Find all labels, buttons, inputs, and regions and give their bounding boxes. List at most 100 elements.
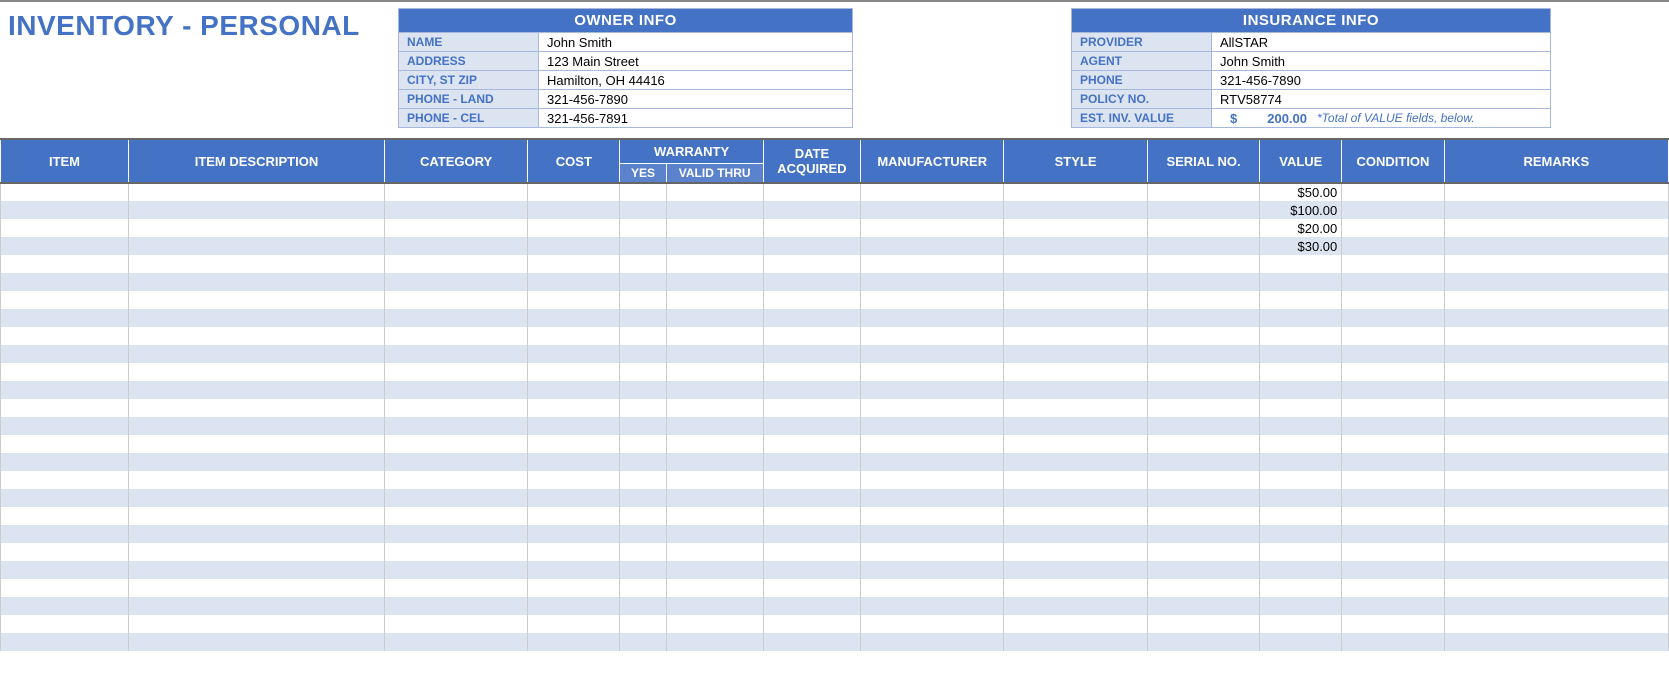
- insurance-info-value[interactable]: AllSTAR: [1212, 33, 1550, 51]
- cell-remarks[interactable]: [1444, 453, 1668, 471]
- cell-date[interactable]: [763, 219, 860, 237]
- cell-date[interactable]: [763, 435, 860, 453]
- cell-value[interactable]: [1260, 255, 1342, 273]
- cell-remarks[interactable]: [1444, 219, 1668, 237]
- cell-cond[interactable]: [1342, 525, 1444, 543]
- cell-style[interactable]: [1004, 255, 1147, 273]
- cell-item[interactable]: [1, 453, 129, 471]
- cell-wthru[interactable]: [666, 543, 763, 561]
- cell-remarks[interactable]: [1444, 615, 1668, 633]
- cell-wthru[interactable]: [666, 435, 763, 453]
- cell-mfr[interactable]: [861, 633, 1004, 651]
- cell-wyes[interactable]: [620, 471, 666, 489]
- cell-remarks[interactable]: [1444, 525, 1668, 543]
- cell-value[interactable]: [1260, 435, 1342, 453]
- cell-wthru[interactable]: [666, 399, 763, 417]
- cell-wthru[interactable]: [666, 489, 763, 507]
- cell-mfr[interactable]: [861, 273, 1004, 291]
- cell-cat[interactable]: [384, 453, 527, 471]
- cell-cat[interactable]: [384, 597, 527, 615]
- cell-value[interactable]: $50.00: [1260, 183, 1342, 201]
- cell-wthru[interactable]: [666, 219, 763, 237]
- cell-style[interactable]: [1004, 399, 1147, 417]
- cell-date[interactable]: [763, 561, 860, 579]
- cell-item[interactable]: [1, 291, 129, 309]
- cell-mfr[interactable]: [861, 237, 1004, 255]
- cell-remarks[interactable]: [1444, 237, 1668, 255]
- cell-cost[interactable]: [528, 183, 620, 201]
- cell-mfr[interactable]: [861, 561, 1004, 579]
- cell-cost[interactable]: [528, 255, 620, 273]
- cell-wthru[interactable]: [666, 255, 763, 273]
- cell-desc[interactable]: [128, 219, 384, 237]
- cell-remarks[interactable]: [1444, 417, 1668, 435]
- cell-desc[interactable]: [128, 615, 384, 633]
- cell-cond[interactable]: [1342, 255, 1444, 273]
- cell-date[interactable]: [763, 543, 860, 561]
- cell-serial[interactable]: [1147, 453, 1260, 471]
- table-row[interactable]: [1, 255, 1669, 273]
- cell-value[interactable]: [1260, 273, 1342, 291]
- cell-cond[interactable]: [1342, 633, 1444, 651]
- cell-desc[interactable]: [128, 399, 384, 417]
- cell-desc[interactable]: [128, 507, 384, 525]
- cell-wthru[interactable]: [666, 597, 763, 615]
- cell-mfr[interactable]: [861, 615, 1004, 633]
- cell-date[interactable]: [763, 489, 860, 507]
- cell-serial[interactable]: [1147, 237, 1260, 255]
- cell-date[interactable]: [763, 327, 860, 345]
- cell-serial[interactable]: [1147, 327, 1260, 345]
- cell-date[interactable]: [763, 363, 860, 381]
- cell-style[interactable]: [1004, 291, 1147, 309]
- cell-item[interactable]: [1, 561, 129, 579]
- cell-style[interactable]: [1004, 489, 1147, 507]
- cell-remarks[interactable]: [1444, 597, 1668, 615]
- cell-wthru[interactable]: [666, 201, 763, 219]
- cell-wyes[interactable]: [620, 291, 666, 309]
- cell-style[interactable]: [1004, 273, 1147, 291]
- cell-value[interactable]: [1260, 381, 1342, 399]
- cell-mfr[interactable]: [861, 345, 1004, 363]
- cell-style[interactable]: [1004, 327, 1147, 345]
- cell-desc[interactable]: [128, 453, 384, 471]
- cell-style[interactable]: [1004, 309, 1147, 327]
- cell-cost[interactable]: [528, 201, 620, 219]
- cell-remarks[interactable]: [1444, 471, 1668, 489]
- cell-cat[interactable]: [384, 633, 527, 651]
- cell-cost[interactable]: [528, 507, 620, 525]
- cell-wthru[interactable]: [666, 363, 763, 381]
- cell-cat[interactable]: [384, 489, 527, 507]
- cell-value[interactable]: $100.00: [1260, 201, 1342, 219]
- cell-desc[interactable]: [128, 363, 384, 381]
- cell-wthru[interactable]: [666, 579, 763, 597]
- cell-date[interactable]: [763, 633, 860, 651]
- cell-value[interactable]: [1260, 579, 1342, 597]
- cell-wyes[interactable]: [620, 543, 666, 561]
- cell-style[interactable]: [1004, 219, 1147, 237]
- cell-wyes[interactable]: [620, 597, 666, 615]
- cell-mfr[interactable]: [861, 327, 1004, 345]
- cell-date[interactable]: [763, 525, 860, 543]
- cell-item[interactable]: [1, 327, 129, 345]
- cell-cost[interactable]: [528, 579, 620, 597]
- cell-serial[interactable]: [1147, 633, 1260, 651]
- cell-cat[interactable]: [384, 183, 527, 201]
- cell-wyes[interactable]: [620, 183, 666, 201]
- cell-item[interactable]: [1, 345, 129, 363]
- cell-cond[interactable]: [1342, 615, 1444, 633]
- cell-serial[interactable]: [1147, 543, 1260, 561]
- cell-remarks[interactable]: [1444, 345, 1668, 363]
- cell-cost[interactable]: [528, 543, 620, 561]
- cell-wyes[interactable]: [620, 273, 666, 291]
- cell-serial[interactable]: [1147, 183, 1260, 201]
- table-row[interactable]: [1, 633, 1669, 651]
- cell-desc[interactable]: [128, 237, 384, 255]
- cell-wthru[interactable]: [666, 309, 763, 327]
- cell-cost[interactable]: [528, 363, 620, 381]
- cell-cond[interactable]: [1342, 273, 1444, 291]
- cell-mfr[interactable]: [861, 255, 1004, 273]
- table-row[interactable]: [1, 453, 1669, 471]
- cell-wyes[interactable]: [620, 237, 666, 255]
- table-row[interactable]: [1, 417, 1669, 435]
- cell-mfr[interactable]: [861, 363, 1004, 381]
